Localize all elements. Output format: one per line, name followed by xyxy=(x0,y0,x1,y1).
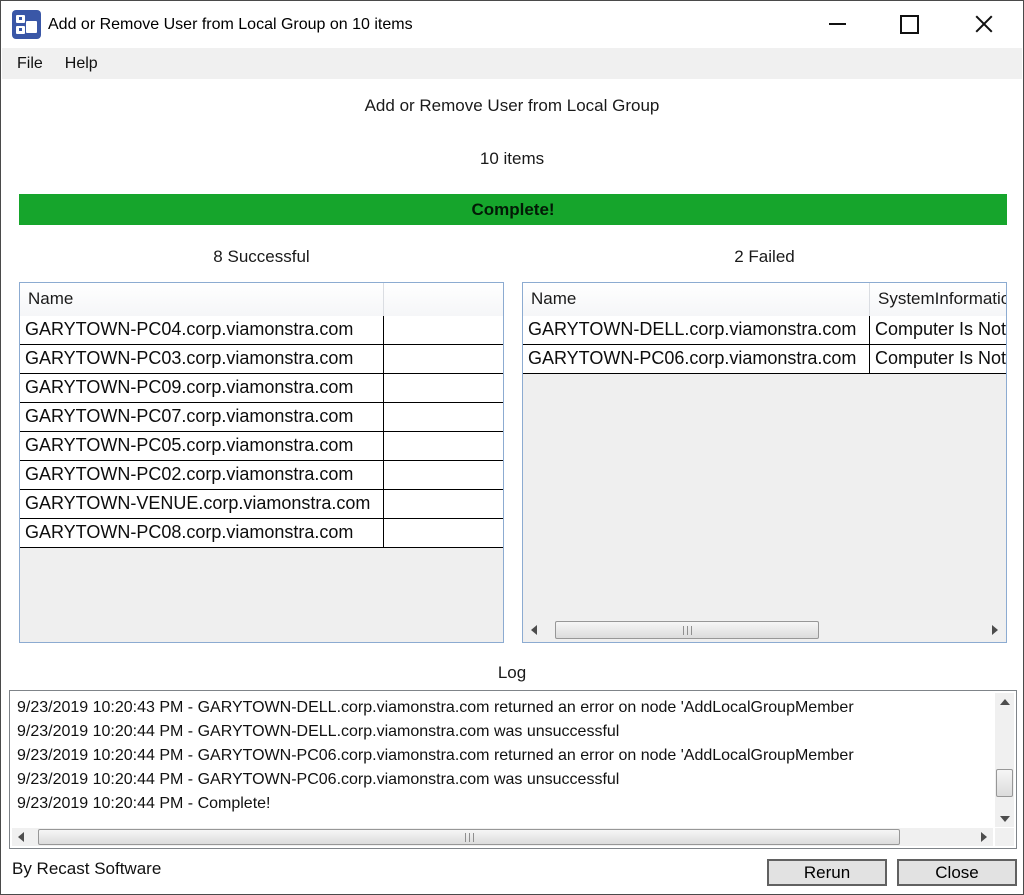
log-entry: 9/23/2019 10:20:44 PM - GARYTOWN-DELL.co… xyxy=(17,720,992,744)
column-header-name[interactable]: Name xyxy=(523,283,870,316)
window-title: Add or Remove User from Local Group on 1… xyxy=(48,1,413,48)
successful-table-header: Name xyxy=(20,283,503,317)
scroll-left-icon[interactable] xyxy=(12,828,30,846)
scrollbar-thumb[interactable] xyxy=(996,769,1013,797)
log-entry: 9/23/2019 10:20:43 PM - GARYTOWN-DELL.co… xyxy=(17,696,992,720)
computer-name-cell: GARYTOWN-DELL.corp.viamonstra.com xyxy=(523,316,870,344)
table-row[interactable]: GARYTOWN-DELL.corp.viamonstra.com Comput… xyxy=(523,316,1006,345)
close-icon xyxy=(975,15,993,33)
maximize-button[interactable] xyxy=(887,1,931,47)
scroll-right-icon[interactable] xyxy=(986,620,1004,640)
table-row[interactable]: GARYTOWN-PC05.corp.viamonstra.com xyxy=(20,432,503,461)
scrollbar-thumb[interactable] xyxy=(555,621,819,639)
table-row[interactable]: GARYTOWN-PC06.corp.viamonstra.com Comput… xyxy=(523,345,1006,374)
log-entries: 9/23/2019 10:20:43 PM - GARYTOWN-DELL.co… xyxy=(13,693,992,828)
log-heading: Log xyxy=(1,663,1023,683)
failed-heading: 2 Failed xyxy=(522,247,1007,267)
empty-cell xyxy=(384,519,503,547)
empty-cell xyxy=(384,461,503,489)
status-banner: Complete! xyxy=(19,194,1007,225)
error-info-cell: Computer Is Not xyxy=(870,345,1006,373)
close-window-button[interactable] xyxy=(962,1,1006,47)
computer-name-cell: GARYTOWN-PC07.corp.viamonstra.com xyxy=(20,403,384,431)
empty-cell xyxy=(384,403,503,431)
empty-cell xyxy=(384,490,503,518)
empty-cell xyxy=(384,374,503,402)
log-horizontal-scrollbar[interactable] xyxy=(12,828,993,846)
minimize-button[interactable] xyxy=(815,1,859,47)
computer-name-cell: GARYTOWN-PC05.corp.viamonstra.com xyxy=(20,432,384,460)
column-header-systeminformation[interactable]: SystemInformation xyxy=(870,283,1006,316)
computer-name-cell: GARYTOWN-PC03.corp.viamonstra.com xyxy=(20,345,384,373)
credit-label: By Recast Software xyxy=(12,859,161,879)
failed-horizontal-scrollbar[interactable] xyxy=(525,620,1004,640)
error-info-cell: Computer Is Not xyxy=(870,316,1006,344)
column-header-empty[interactable] xyxy=(384,283,503,316)
failed-table: Name SystemInformation GARYTOWN-DELL.cor… xyxy=(522,282,1007,643)
computer-name-cell: GARYTOWN-PC09.corp.viamonstra.com xyxy=(20,374,384,402)
computer-name-cell: GARYTOWN-PC08.corp.viamonstra.com xyxy=(20,519,384,547)
log-panel[interactable]: 9/23/2019 10:20:43 PM - GARYTOWN-DELL.co… xyxy=(9,690,1017,849)
table-row[interactable]: GARYTOWN-PC08.corp.viamonstra.com xyxy=(20,519,503,548)
log-entry: 9/23/2019 10:20:44 PM - GARYTOWN-PC06.co… xyxy=(17,768,992,792)
rerun-button[interactable]: Rerun xyxy=(767,859,887,886)
title-bar: Add or Remove User from Local Group on 1… xyxy=(1,1,1023,48)
log-vertical-scrollbar[interactable] xyxy=(995,693,1014,827)
scrollbar-thumb[interactable] xyxy=(38,829,900,845)
successful-table: Name GARYTOWN-PC04.corp.viamonstra.com G… xyxy=(19,282,504,643)
table-row[interactable]: GARYTOWN-PC04.corp.viamonstra.com xyxy=(20,316,503,345)
successful-heading: 8 Successful xyxy=(19,247,504,267)
close-button[interactable]: Close xyxy=(897,859,1017,886)
empty-cell xyxy=(384,432,503,460)
scroll-up-icon[interactable] xyxy=(995,693,1014,710)
scrollbar-corner xyxy=(995,828,1014,846)
successful-rows: GARYTOWN-PC04.corp.viamonstra.com GARYTO… xyxy=(20,316,503,548)
app-window: Add or Remove User from Local Group on 1… xyxy=(0,0,1024,895)
table-row[interactable]: GARYTOWN-PC07.corp.viamonstra.com xyxy=(20,403,503,432)
scroll-left-icon[interactable] xyxy=(525,620,543,640)
item-count-label: 10 items xyxy=(1,149,1023,169)
menu-item[interactable]: Help xyxy=(54,48,109,79)
computer-name-cell: GARYTOWN-PC06.corp.viamonstra.com xyxy=(523,345,870,373)
table-row[interactable]: GARYTOWN-VENUE.corp.viamonstra.com xyxy=(20,490,503,519)
scroll-down-icon[interactable] xyxy=(995,810,1014,827)
table-row[interactable]: GARYTOWN-PC02.corp.viamonstra.com xyxy=(20,461,503,490)
menu-item[interactable]: File xyxy=(6,48,54,79)
app-icon xyxy=(12,10,41,39)
log-entry: 9/23/2019 10:20:44 PM - GARYTOWN-PC06.co… xyxy=(17,744,992,768)
maximize-icon xyxy=(900,15,919,34)
column-header-name[interactable]: Name xyxy=(20,283,384,316)
computer-name-cell: GARYTOWN-PC04.corp.viamonstra.com xyxy=(20,316,384,344)
thumb-grip-icon xyxy=(465,833,474,842)
failed-table-header: Name SystemInformation xyxy=(523,283,1006,317)
scroll-right-icon[interactable] xyxy=(975,828,993,846)
menu-bar: File Help xyxy=(2,48,1022,79)
status-text: Complete! xyxy=(471,200,554,220)
table-row[interactable]: GARYTOWN-PC03.corp.viamonstra.com xyxy=(20,345,503,374)
empty-cell xyxy=(384,345,503,373)
minimize-icon xyxy=(829,23,846,25)
computer-name-cell: GARYTOWN-VENUE.corp.viamonstra.com xyxy=(20,490,384,518)
table-row[interactable]: GARYTOWN-PC09.corp.viamonstra.com xyxy=(20,374,503,403)
thumb-grip-icon xyxy=(683,626,692,635)
empty-cell xyxy=(384,316,503,344)
log-entry: 9/23/2019 10:20:44 PM - Complete! xyxy=(17,792,992,816)
page-title: Add or Remove User from Local Group xyxy=(1,96,1023,116)
computer-name-cell: GARYTOWN-PC02.corp.viamonstra.com xyxy=(20,461,384,489)
failed-rows: GARYTOWN-DELL.corp.viamonstra.com Comput… xyxy=(523,316,1006,374)
